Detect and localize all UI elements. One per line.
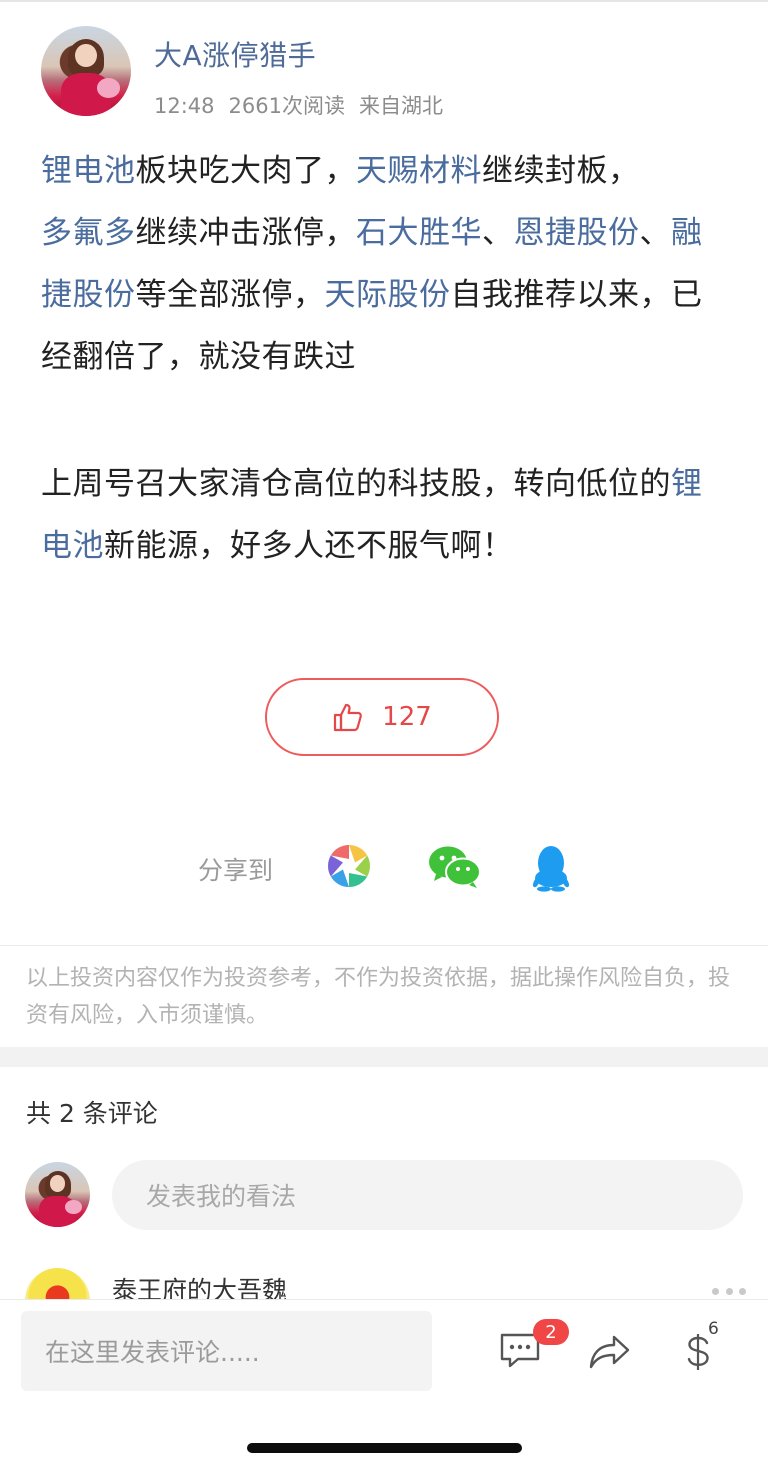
- opinion-placeholder: 发表我的看法: [146, 1182, 297, 1211]
- stock-tag-link[interactable]: 天赐材料: [356, 153, 482, 189]
- article-text: 、: [482, 215, 514, 251]
- moments-icon[interactable]: [326, 843, 372, 889]
- wechat-icon[interactable]: [428, 845, 482, 889]
- opinion-input[interactable]: 发表我的看法: [112, 1160, 743, 1230]
- article-paragraph-1: 锂电池板块吃大肉了，天赐材料继续封板， 多氟多继续冲击涨停，石大胜华、恩捷股份、融…: [41, 140, 731, 388]
- qq-icon[interactable]: [530, 844, 572, 892]
- post-time: 12:48: [154, 94, 215, 118]
- my-avatar: [25, 1162, 90, 1227]
- author-avatar[interactable]: [41, 26, 131, 116]
- thumbs-up-icon: [334, 703, 363, 732]
- stock-tag-link[interactable]: 石大胜华: [356, 215, 482, 251]
- article-text: 板块吃大肉了，: [135, 153, 356, 189]
- article-text: 继续冲击涨停，: [135, 215, 356, 251]
- comment-input-placeholder: 在这里发表评论.....: [45, 1338, 260, 1367]
- article-text: 新能源，好多人还不服气啊！: [104, 528, 514, 564]
- read-count: 2661次阅读: [228, 94, 345, 118]
- article-text: 继续封板，: [482, 153, 640, 189]
- top-divider: [0, 0, 768, 2]
- stock-tag-link[interactable]: 恩捷股份: [514, 215, 640, 251]
- author-name[interactable]: 大A涨停猎手: [154, 34, 316, 74]
- comment-input[interactable]: 在这里发表评论.....: [21, 1311, 432, 1391]
- article-text: 等全部涨停，: [135, 277, 325, 313]
- article-text: 上周号召大家清仓高位的科技股，转向低位的: [41, 466, 671, 502]
- reward-count: 6: [708, 1319, 719, 1339]
- article-paragraph-2: 上周号召大家清仓高位的科技股，转向低位的锂电池新能源，好多人还不服气啊！: [41, 453, 731, 577]
- disclaimer-text: 以上投资内容仅作为投资参考，不作为投资依据，据此操作风险自负，投资有风险，入市须…: [26, 966, 731, 1028]
- stock-tag-link[interactable]: 多氟多: [41, 215, 136, 251]
- section-gap: [0, 1047, 768, 1067]
- article-text: 、: [639, 215, 671, 251]
- comments-count: 共 2 条评论: [26, 1099, 158, 1128]
- post-meta: 12:48 2661次阅读 来自湖北: [154, 90, 443, 120]
- comment-count-badge: 2: [533, 1319, 569, 1345]
- stock-tag-link[interactable]: 锂电池: [41, 153, 136, 189]
- more-options-icon[interactable]: [712, 1288, 746, 1296]
- share-arrow-icon[interactable]: [588, 1333, 632, 1371]
- post-location: 来自湖北: [358, 94, 443, 118]
- home-indicator: [247, 1443, 522, 1453]
- stock-tag-link[interactable]: 天际股份: [325, 277, 451, 313]
- share-label: 分享到: [198, 856, 274, 885]
- bottom-bar: 在这里发表评论..... 2 6: [0, 1299, 768, 1473]
- divider: [0, 945, 768, 946]
- like-button[interactable]: 127: [265, 678, 499, 756]
- like-count: 127: [382, 702, 432, 732]
